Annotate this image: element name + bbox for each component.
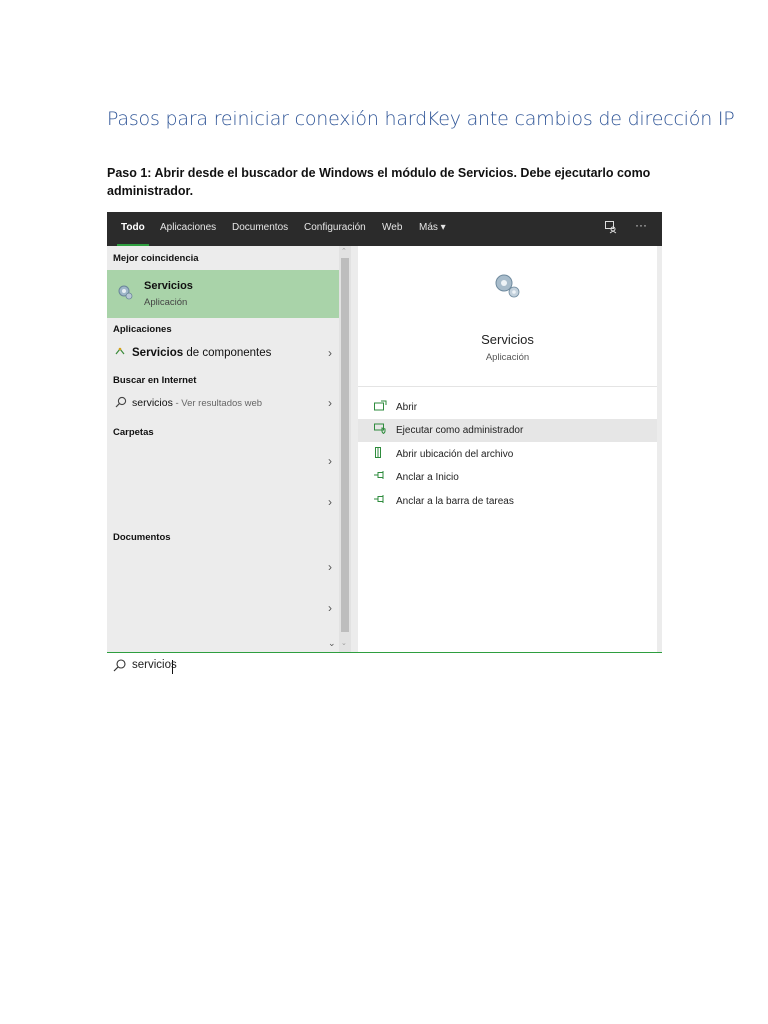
action-label: Ejecutar como administrador [396,425,524,436]
search-icon [113,659,126,675]
chevron-right-icon[interactable]: › [328,601,332,615]
detail-panel: Servicios Aplicación Abrir Ejecutar como… [358,246,657,652]
services-large-icon [491,270,523,305]
panel-gap [351,246,358,652]
component-services-icon [115,346,125,359]
search-tabs-bar: Todo Aplicaciones Documentos Configuraci… [107,212,662,246]
tab-aplicaciones[interactable]: Aplicaciones [160,222,216,233]
web-hint: - Ver resultados web [172,398,263,409]
folders-header: Carpetas [113,427,154,438]
folder-icon [374,447,387,462]
chevron-right-icon[interactable]: › [328,346,332,360]
search-icon [115,396,127,411]
shield-icon [374,423,387,437]
action-anclar-barra-tareas[interactable]: Anclar a la barra de tareas [358,490,657,513]
detail-divider [358,386,657,387]
action-label: Abrir ubicación del archivo [396,449,514,460]
open-icon [374,400,387,414]
best-match-item[interactable]: Servicios Aplicación [107,270,339,318]
text-caret [172,660,173,674]
tab-web[interactable]: Web [382,222,402,233]
tab-configuracion[interactable]: Configuración [304,222,366,233]
chevron-right-icon[interactable]: › [328,495,332,509]
best-match-type: Aplicación [144,297,188,308]
apps-header: Aplicaciones [113,324,172,335]
action-abrir-ubicacion[interactable]: Abrir ubicación del archivo [358,443,657,466]
tab-todo[interactable]: Todo [117,222,149,246]
best-match-name: Servicios [144,280,193,292]
tab-mas[interactable]: Más ▾ [419,222,446,233]
list-item-web-search[interactable]: servicios - Ver resultados web › [107,394,339,414]
pin-icon [374,494,387,507]
scroll-up-icon[interactable]: ⌃ [341,247,347,255]
document-title: Pasos para reiniciar conexión hardKey an… [107,108,735,130]
app-item-rest: de componentes [183,347,272,359]
documents-header: Documentos [113,532,171,543]
search-box[interactable] [107,653,662,682]
scroll-down-icon[interactable]: ⌄ [341,639,347,647]
scroll-thumb[interactable] [341,258,349,632]
action-label: Anclar a la barra de tareas [396,496,514,507]
tab-documentos[interactable]: Documentos [232,222,288,233]
internet-header: Buscar en Internet [113,375,197,386]
detail-title: Servicios [481,332,534,347]
chevron-right-icon[interactable]: › [328,454,332,468]
action-anclar-inicio[interactable]: Anclar a Inicio [358,466,657,489]
action-label: Abrir [396,402,418,413]
action-label: Anclar a Inicio [396,472,459,483]
chevron-right-icon[interactable]: › [328,560,332,574]
best-match-header: Mejor coincidencia [113,253,199,264]
chevron-down-icon[interactable]: ⌄ [328,638,336,649]
search-input[interactable] [132,659,432,671]
detail-subtitle: Aplicación [485,352,530,363]
panel-edge [657,246,662,652]
action-abrir[interactable]: Abrir [358,396,657,419]
web-query: servicios [132,397,173,409]
windows-search-screenshot: Todo Aplicaciones Documentos Configuraci… [107,212,662,682]
services-gear-icon [116,283,134,304]
app-item-bold: Servicios [132,347,184,359]
list-item-servicios-componentes[interactable]: Servicios de componentes › [107,344,339,364]
step-1-text: Paso 1: Abrir desde el buscador de Windo… [107,166,651,198]
results-list: Mejor coincidencia Servicios Aplicación … [107,246,339,652]
action-ejecutar-administrador[interactable]: Ejecutar como administrador [358,419,657,442]
feedback-icon[interactable] [604,220,618,237]
pin-icon [374,470,387,483]
results-scrollbar[interactable]: ⌃ ⌄ [339,246,351,652]
chevron-right-icon[interactable]: › [328,396,332,410]
more-options-icon[interactable]: ··· [635,218,647,232]
